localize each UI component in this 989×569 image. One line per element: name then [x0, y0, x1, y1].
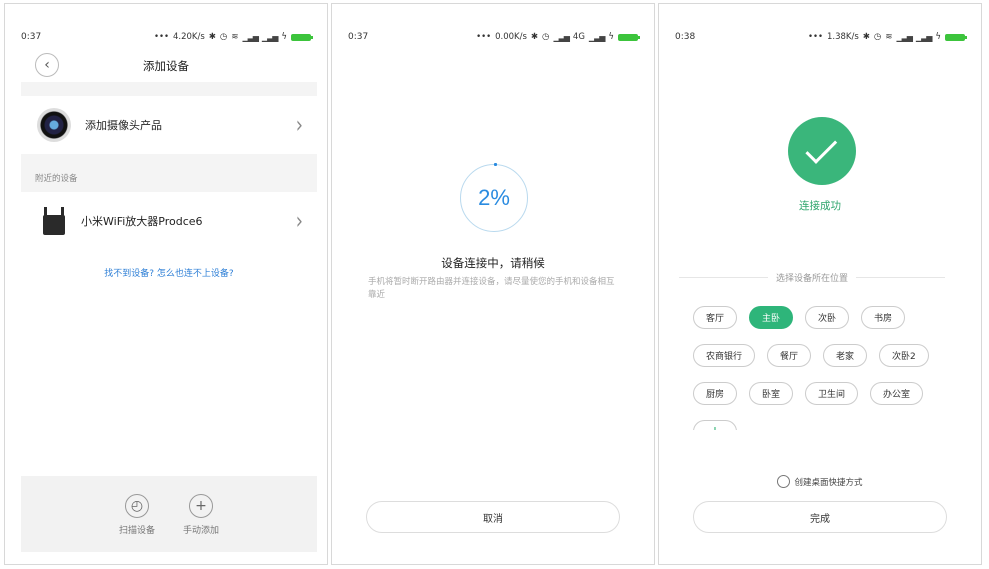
room-chip[interactable]: 老家 [823, 344, 868, 367]
connecting-title: 设备连接中，请稍候 [441, 256, 545, 270]
room-chip[interactable]: 主卧 [749, 306, 794, 329]
charging-icon: ϟ [281, 32, 287, 42]
status-time: 0:37 [21, 32, 42, 42]
more-icon: ••• [153, 32, 169, 42]
location-title-text: 选择设备所在位置 [776, 274, 849, 284]
scan-device-label: 扫描设备 [118, 526, 155, 536]
progress-ring: 2% [460, 163, 528, 232]
wifi-icon: ≋ [885, 32, 893, 42]
success-screen: 0:38 ••• 1.38K/s ✱ ◷ ≋ ▁▃▅ ▁▃▅ ϟ 连接成功 选择… [658, 3, 982, 565]
add-camera-row[interactable]: 添加摄像头产品 › [21, 96, 317, 154]
bluetooth-icon: ✱ [530, 32, 539, 42]
manual-add-button[interactable]: + 手动添加 [183, 494, 219, 552]
wifi-icon: ≋ [231, 32, 239, 42]
status-bar: 0:38 ••• 1.38K/s ✱ ◷ ≋ ▁▃▅ ▁▃▅ ϟ [675, 26, 967, 48]
progress-percent: 2% [478, 185, 510, 210]
room-chip[interactable]: 办公室 [870, 382, 924, 405]
network-speed: 1.38K/s [826, 32, 859, 42]
status-bar: 0:37 ••• 0.00K/s ✱ ◷ ▁▃▅ 4G ▁▃▅ ϟ [348, 26, 640, 48]
divider [679, 277, 768, 278]
location-title: 选择设备所在位置 [679, 271, 946, 284]
page-title: 添加设备 [143, 59, 189, 73]
status-bar: 0:37 ••• 4.20K/s ✱ ◷ ≋ ▁▃▅ ▁▃▅ ϟ [21, 26, 313, 48]
signal-icon-2: ▁▃▅ [261, 32, 279, 42]
room-chip[interactable]: 卧室 [749, 382, 794, 405]
nav-bar: ‹ 添加设备 [21, 48, 311, 82]
scan-icon: ◴ [124, 494, 149, 518]
help-link[interactable]: 找不到设备? 怎么也连不上设备? [21, 266, 317, 279]
bottom-action-bar: ◴ 扫描设备 + 手动添加 [21, 476, 317, 552]
chevron-right-icon: › [295, 111, 303, 139]
battery-icon [291, 33, 313, 41]
battery-icon [618, 33, 640, 41]
battery-icon [945, 33, 967, 41]
alarm-icon: ◷ [873, 32, 882, 42]
shortcut-option[interactable]: 创建桌面快捷方式 [659, 475, 981, 488]
success-check-icon [788, 117, 856, 185]
shortcut-radio[interactable] [777, 475, 791, 488]
room-chip[interactable]: 卫生间 [805, 382, 859, 405]
network-speed: 4.20K/s [172, 32, 205, 42]
nearby-device-row[interactable]: 小米WiFi放大器Prodce6 › [21, 192, 317, 250]
signal-icon-2: ▁▃▅ [588, 32, 606, 42]
scan-device-button[interactable]: ◴ 扫描设备 [119, 494, 155, 552]
progress-indicator [494, 163, 497, 166]
add-room-button[interactable]: + [693, 420, 737, 430]
add-device-screen: 0:37 ••• 4.20K/s ✱ ◷ ≋ ▁▃▅ ▁▃▅ ϟ ‹ 添加设备 … [4, 3, 328, 565]
room-chip[interactable]: 次卧 [805, 306, 850, 329]
plus-icon: + [189, 494, 213, 518]
divider [856, 277, 946, 278]
done-button[interactable]: 完成 [693, 501, 947, 533]
alarm-icon: ◷ [542, 32, 550, 42]
network-type: 4G [572, 32, 585, 42]
chevron-right-icon: › [295, 207, 303, 235]
network-speed: 0.00K/s [495, 32, 527, 42]
connecting-screen: 0:37 ••• 0.00K/s ✱ ◷ ▁▃▅ 4G ▁▃▅ ϟ 2% 设备连… [331, 3, 655, 565]
signal-icon: ▁▃▅ [896, 32, 913, 42]
device-name: 小米WiFi放大器Prodce6 [81, 215, 203, 228]
room-chip[interactable]: 厨房 [693, 382, 738, 405]
cancel-button[interactable]: 取消 [366, 501, 620, 533]
status-time: 0:37 [348, 32, 369, 42]
shortcut-label: 创建桌面快捷方式 [794, 477, 863, 488]
room-chip-list: 客厅主卧次卧书房农商银行餐厅老家次卧2 厨房卧室卫生间办公室 + [693, 306, 953, 430]
status-time: 0:38 [675, 32, 696, 42]
nearby-section-label: 附近的设备 [35, 174, 78, 184]
camera-icon [37, 108, 71, 142]
charging-icon: ϟ [935, 32, 941, 42]
success-text: 连接成功 [799, 200, 841, 212]
more-icon: ••• [476, 32, 492, 42]
wifi-repeater-icon [41, 207, 67, 235]
signal-icon-2: ▁▃▅ [915, 32, 933, 42]
add-camera-label: 添加摄像头产品 [85, 119, 162, 132]
room-chip[interactable]: 客厅 [693, 306, 738, 329]
room-chip[interactable]: 餐厅 [767, 344, 812, 367]
manual-add-label: 手动添加 [183, 526, 220, 536]
bluetooth-icon: ✱ [208, 32, 216, 42]
charging-icon: ϟ [608, 32, 614, 42]
signal-icon: ▁▃▅ [553, 32, 570, 42]
room-chip[interactable]: 书房 [861, 306, 906, 329]
divider [21, 82, 317, 96]
room-chip[interactable]: 次卧2 [879, 344, 929, 367]
more-icon: ••• [807, 32, 823, 42]
alarm-icon: ◷ [219, 32, 228, 42]
room-chip[interactable]: 农商银行 [693, 344, 756, 367]
bluetooth-icon: ✱ [862, 32, 870, 42]
connecting-description: 手机将暂时断开路由器并连接设备，请尽量使您的手机和设备相互靠近 [368, 277, 615, 300]
signal-icon: ▁▃▅ [242, 32, 259, 42]
